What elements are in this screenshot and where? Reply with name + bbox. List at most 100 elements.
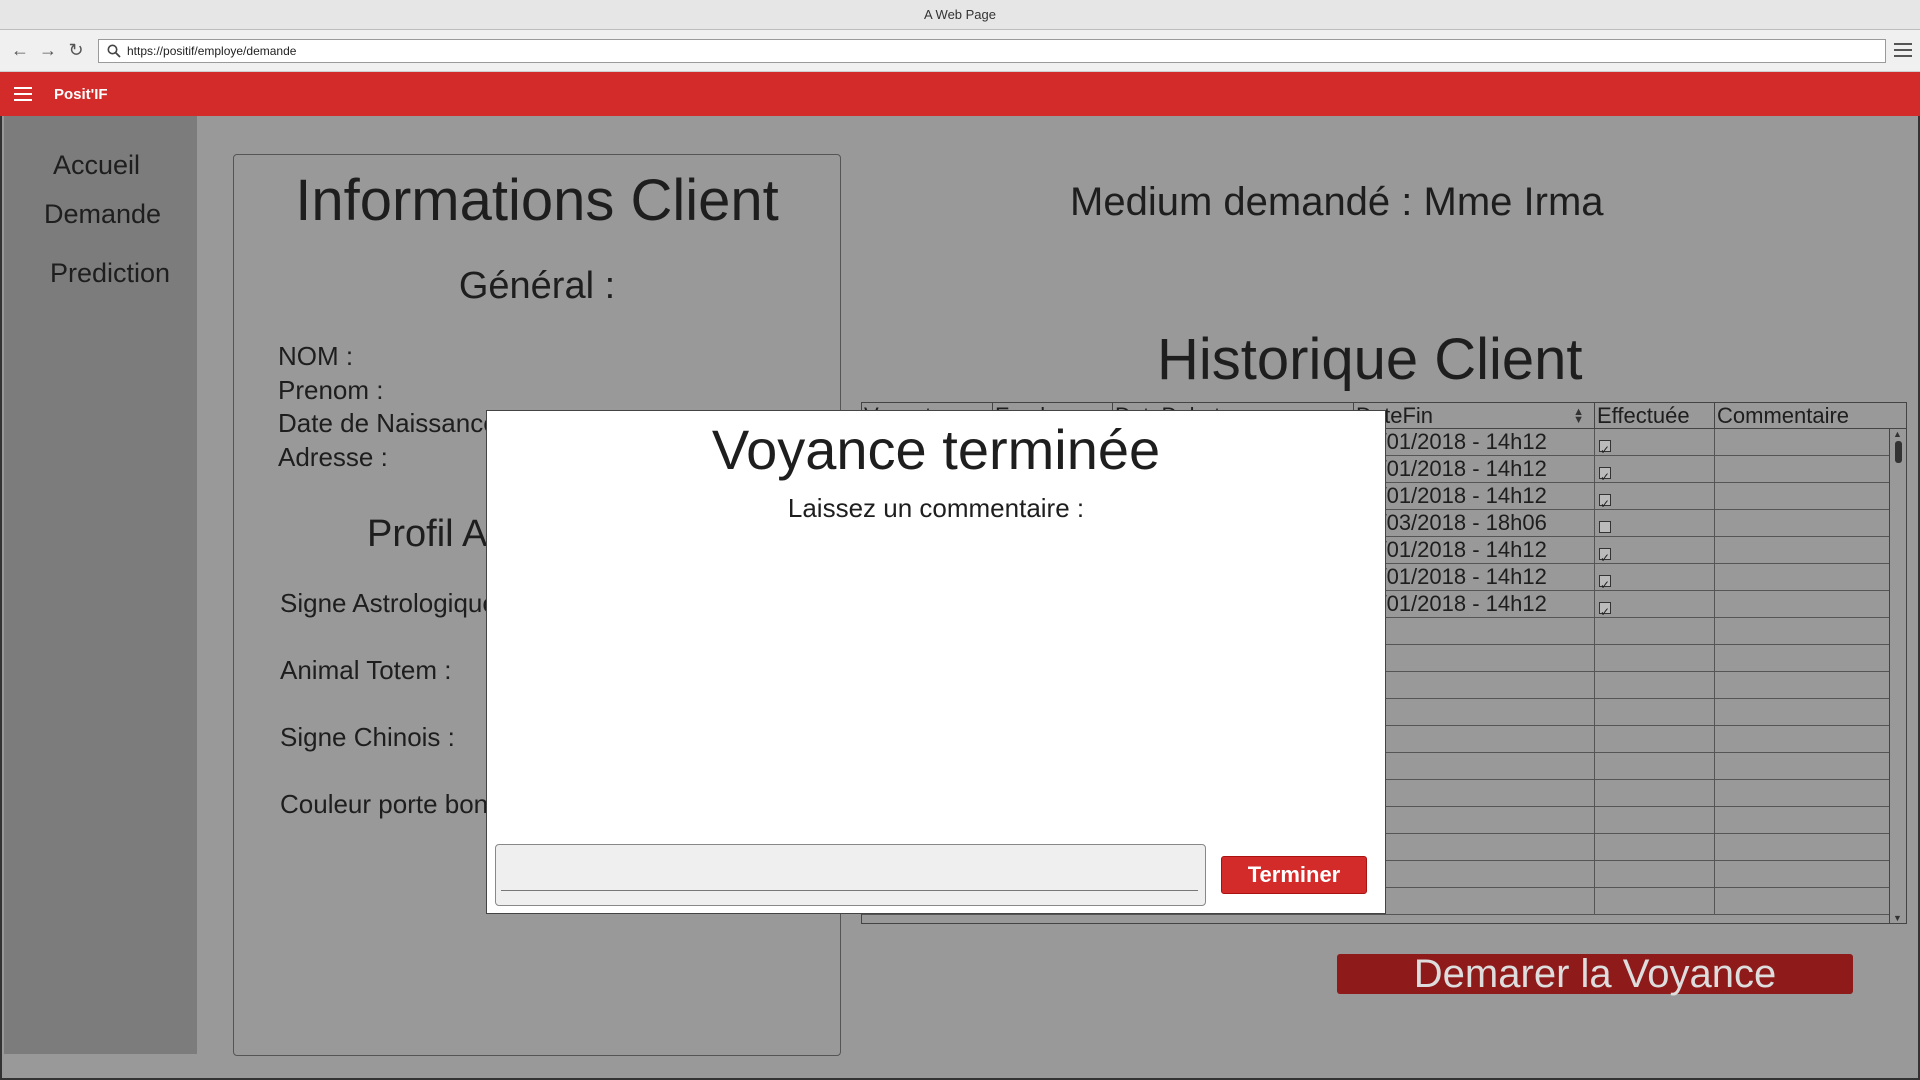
sidebar-item-accueil[interactable]: Accueil xyxy=(53,150,140,181)
cell-date-fin: 04/01/2018 - 14h12 xyxy=(1354,591,1595,618)
cell-comment xyxy=(1715,564,1890,591)
cell-comment xyxy=(1715,699,1890,726)
cell-done xyxy=(1595,753,1715,780)
cell-done xyxy=(1595,672,1715,699)
cell-comment xyxy=(1715,537,1890,564)
cell-comment xyxy=(1715,645,1890,672)
signe-chinois-label: Signe Chinois : xyxy=(280,722,455,752)
cell-done xyxy=(1595,861,1715,888)
browser-title-bar: A Web Page xyxy=(0,0,1920,30)
cell-date-fin: 04/03/2018 - 18h06 xyxy=(1354,510,1595,537)
col-header-commentaire[interactable]: Commentaire xyxy=(1715,403,1906,429)
cell-done xyxy=(1595,456,1715,483)
start-voyance-button[interactable]: Demarer la Voyance xyxy=(1337,952,1853,996)
cell-done xyxy=(1595,645,1715,672)
cell-date-fin: 04/01/2018 - 14h12 xyxy=(1354,429,1595,456)
prenom-label: Prenom : xyxy=(278,375,384,405)
modal-title: Voyance terminée xyxy=(711,418,1161,481)
cell-done xyxy=(1595,699,1715,726)
cell-comment xyxy=(1715,456,1890,483)
cell-done xyxy=(1595,564,1715,591)
date-naissance-label: Date de Naissance xyxy=(278,408,498,438)
cell-done xyxy=(1595,726,1715,753)
cell-comment xyxy=(1715,726,1890,753)
cell-date-fin: 04/01/2018 - 14h12 xyxy=(1354,564,1595,591)
cell-comment xyxy=(1715,591,1890,618)
general-heading: Général : xyxy=(458,265,616,307)
cell-comment xyxy=(1715,672,1890,699)
sidebar: Accueil Demande Prediction xyxy=(4,116,197,1054)
reload-icon[interactable]: ↻ xyxy=(64,39,88,63)
modal-subtitle: Laissez un commentaire : xyxy=(787,493,1085,523)
comment-input[interactable] xyxy=(501,853,1198,891)
done-checkbox[interactable] xyxy=(1599,491,1611,510)
scroll-down-icon[interactable]: ▼ xyxy=(1893,913,1902,923)
signe-astro-label: Signe Astrologique xyxy=(280,588,497,618)
cell-date-fin: 04/01/2018 - 14h12 xyxy=(1354,483,1595,510)
forward-arrow-icon[interactable]: → xyxy=(36,39,60,63)
cell-date-fin xyxy=(1354,861,1595,888)
sidebar-item-prediction[interactable]: Prediction xyxy=(50,258,170,289)
cell-done xyxy=(1595,618,1715,645)
cell-done xyxy=(1595,510,1715,537)
url-text: https://positif/employe/demande xyxy=(127,44,297,58)
client-info-title: Informations Client xyxy=(295,168,779,233)
cell-date-fin: 04/01/2018 - 14h12 xyxy=(1354,456,1595,483)
done-checkbox[interactable] xyxy=(1599,572,1611,591)
cell-comment xyxy=(1715,834,1890,861)
table-scrollbar[interactable]: ▲ ▼ xyxy=(1889,429,1906,923)
cell-done xyxy=(1595,807,1715,834)
cell-date-fin xyxy=(1354,834,1595,861)
scroll-up-icon[interactable]: ▲ xyxy=(1893,429,1902,439)
done-checkbox[interactable] xyxy=(1599,464,1611,483)
cell-comment xyxy=(1715,429,1890,456)
cell-date-fin: 04/01/2018 - 14h12 xyxy=(1354,537,1595,564)
cell-done xyxy=(1595,429,1715,456)
done-checkbox[interactable] xyxy=(1599,599,1611,618)
address-bar[interactable]: https://positif/employe/demande xyxy=(98,39,1886,63)
hamburger-menu-icon[interactable] xyxy=(14,87,32,101)
col-header-effectuee[interactable]: Effectuée xyxy=(1595,403,1715,429)
cell-comment xyxy=(1715,888,1890,915)
finish-button[interactable]: Terminer xyxy=(1221,856,1367,894)
cell-date-fin xyxy=(1354,753,1595,780)
end-voyance-modal: Voyance terminée Laissez un commentaire … xyxy=(486,410,1386,914)
browser-menu-icon[interactable] xyxy=(1894,41,1912,59)
cell-done xyxy=(1595,834,1715,861)
brand-logo[interactable]: Posit'IF xyxy=(54,86,108,103)
window-title: A Web Page xyxy=(923,7,997,22)
cell-comment xyxy=(1715,807,1890,834)
history-title: Historique Client xyxy=(1157,327,1583,392)
col-header-datefin[interactable]: DateFin ▲ ▼ xyxy=(1354,403,1595,429)
sidebar-item-demande[interactable]: Demande xyxy=(44,199,161,230)
sort-icon[interactable]: ▲ ▼ xyxy=(1573,407,1584,426)
done-checkbox[interactable] xyxy=(1599,437,1611,456)
done-checkbox[interactable] xyxy=(1599,545,1611,564)
medium-label: Medium demandé : Mme Irma xyxy=(1070,180,1604,224)
scroll-thumb[interactable] xyxy=(1895,441,1902,463)
cell-done xyxy=(1595,483,1715,510)
browser-toolbar: ← → ↻ https://positif/employe/demande xyxy=(0,30,1920,72)
cell-date-fin xyxy=(1354,726,1595,753)
cell-comment xyxy=(1715,861,1890,888)
nom-label: NOM : xyxy=(278,341,354,371)
cell-done xyxy=(1595,888,1715,915)
cell-date-fin xyxy=(1354,807,1595,834)
cell-done xyxy=(1595,780,1715,807)
done-checkbox[interactable] xyxy=(1599,521,1611,533)
search-icon xyxy=(105,42,123,60)
cell-done xyxy=(1595,537,1715,564)
cell-date-fin xyxy=(1354,618,1595,645)
cell-comment xyxy=(1715,483,1890,510)
cell-comment xyxy=(1715,618,1890,645)
app-header: Posit'IF xyxy=(0,72,1920,116)
cell-comment xyxy=(1715,753,1890,780)
back-arrow-icon[interactable]: ← xyxy=(8,39,32,63)
adresse-label: Adresse : xyxy=(278,442,388,472)
cell-done xyxy=(1595,591,1715,618)
comment-field[interactable] xyxy=(495,844,1206,906)
cell-date-fin xyxy=(1354,672,1595,699)
cell-comment xyxy=(1715,780,1890,807)
cell-date-fin xyxy=(1354,780,1595,807)
cell-comment xyxy=(1715,510,1890,537)
